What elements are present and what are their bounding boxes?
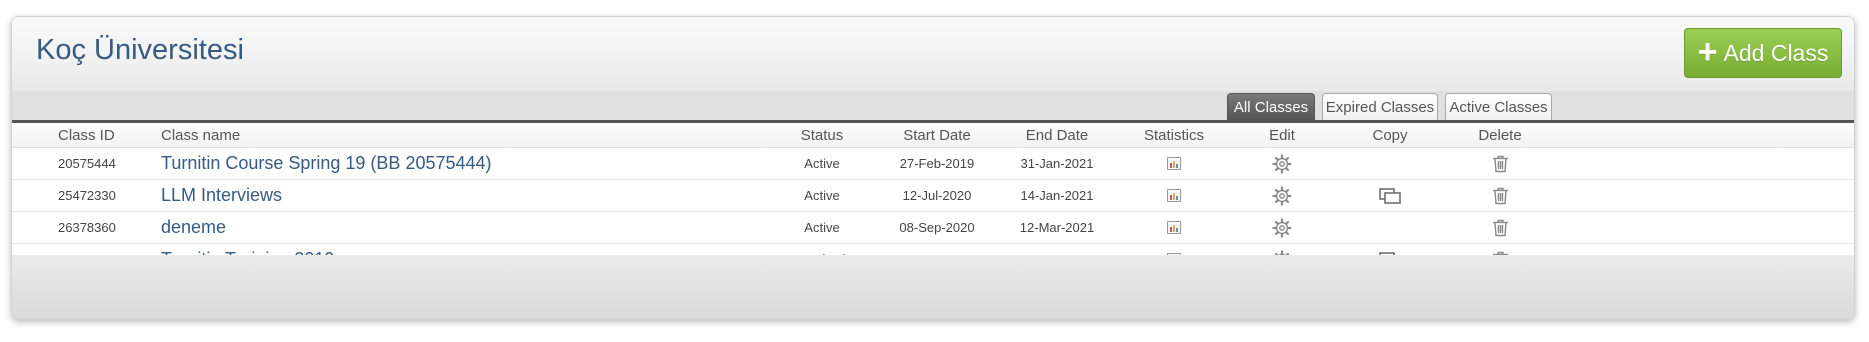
trash-icon[interactable] xyxy=(1492,187,1509,205)
col-class-name: Class name xyxy=(161,126,241,144)
copy-icon[interactable] xyxy=(1379,187,1401,204)
tab-expired-classes[interactable]: Expired Classes xyxy=(1322,93,1438,120)
col-statistics: Statistics xyxy=(1143,126,1204,144)
start-date: 27-Feb-2019 xyxy=(899,156,975,171)
tab-bar: All Classes Expired Classes Active Class… xyxy=(12,91,1854,124)
end-date: 12-Mar-2021 xyxy=(1019,220,1095,235)
classes-table: Class ID Class name Status Start Date En… xyxy=(12,123,1854,276)
start-date: 08-Sep-2020 xyxy=(899,220,975,235)
header: Koç Üniversitesi + Add Class xyxy=(12,17,1854,91)
add-class-label: Add Class xyxy=(1723,39,1829,66)
col-end-date: End Date xyxy=(1025,126,1089,144)
tab-active-classes[interactable]: Active Classes xyxy=(1445,93,1552,120)
class-id: 20575444 xyxy=(58,156,116,171)
panel-footer xyxy=(12,255,1854,319)
class-name-link[interactable]: Turnitin Course Spring 19 (BB 20575444) xyxy=(161,148,492,179)
table-header: Class ID Class name Status Start Date En… xyxy=(12,123,1854,148)
col-copy: Copy xyxy=(1372,126,1408,144)
table-row: 25472330 LLM Interviews Active 12-Jul-2020 1… xyxy=(12,180,1854,212)
status-text: Active xyxy=(804,188,840,203)
class-name-link[interactable]: deneme xyxy=(161,212,226,243)
gear-icon[interactable] xyxy=(1272,153,1292,174)
class-name-link[interactable]: LLM Interviews xyxy=(161,180,282,211)
plus-icon: + xyxy=(1697,32,1718,71)
bar-chart-icon[interactable] xyxy=(1167,189,1181,202)
bar-chart-icon[interactable] xyxy=(1167,157,1181,170)
gear-icon[interactable] xyxy=(1272,217,1292,238)
gear-icon[interactable] xyxy=(1272,185,1292,206)
end-date: 14-Jan-2021 xyxy=(1020,188,1094,203)
status-text: Active xyxy=(804,220,840,235)
status-text: Active xyxy=(804,156,840,171)
col-delete: Delete xyxy=(1478,126,1522,144)
tab-all-classes[interactable]: All Classes xyxy=(1227,93,1315,120)
trash-icon[interactable] xyxy=(1492,219,1509,237)
start-date: 12-Jul-2020 xyxy=(902,188,972,203)
bar-chart-icon[interactable] xyxy=(1167,221,1181,234)
table-row: 26378360 deneme Active 08-Sep-2020 12-Mar-20… xyxy=(12,212,1854,244)
add-class-button[interactable]: + Add Class xyxy=(1684,28,1842,78)
trash-icon[interactable] xyxy=(1492,155,1509,173)
col-start-date: Start Date xyxy=(903,126,971,144)
classes-panel: Koç Üniversitesi + Add Class All Classes… xyxy=(11,16,1855,320)
page-title: Koç Üniversitesi xyxy=(36,34,244,66)
end-date: 31-Jan-2021 xyxy=(1020,156,1094,171)
col-edit: Edit xyxy=(1269,126,1295,144)
col-status: Status xyxy=(800,126,844,144)
col-class-id: Class ID xyxy=(58,126,115,144)
class-id: 26378360 xyxy=(58,220,116,235)
table-row: 20575444 Turnitin Course Spring 19 (BB 20… xyxy=(12,148,1854,180)
class-id: 25472330 xyxy=(58,188,116,203)
